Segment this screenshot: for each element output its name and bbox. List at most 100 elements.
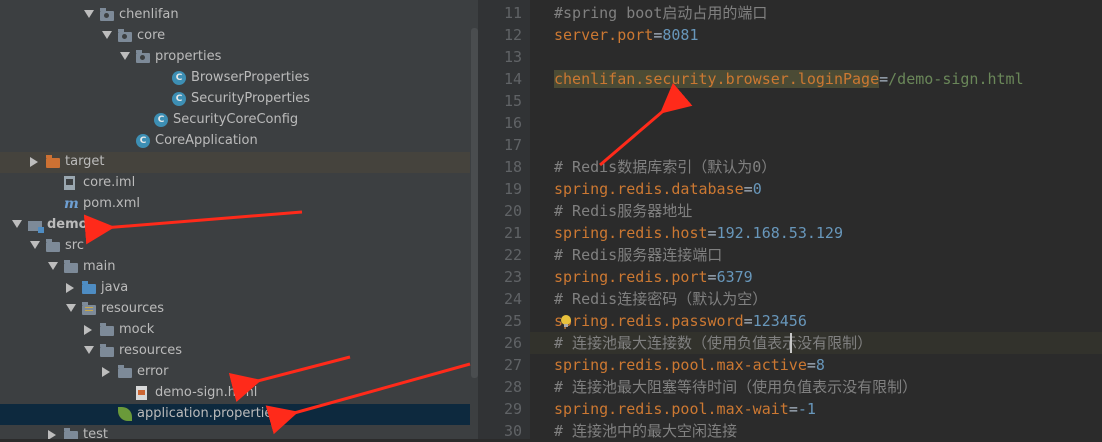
- line-number: 16: [503, 114, 522, 132]
- collapse-arrow-right-icon[interactable]: [48, 430, 56, 439]
- expand-arrow-down-icon[interactable]: [102, 31, 112, 39]
- tree-item-label: core: [137, 28, 166, 43]
- line-number: 13: [503, 48, 522, 66]
- tree-item[interactable]: resources: [0, 341, 470, 362]
- excluded-folder-icon: [46, 155, 60, 168]
- tree-item-label: resources: [101, 301, 165, 316]
- package-icon: [136, 50, 150, 63]
- tree-item[interactable]: properties: [0, 47, 470, 68]
- html-file-icon: [136, 386, 147, 400]
- tree-item-label: main: [83, 259, 116, 274]
- code-line[interactable]: # 连接池最大连接数（使用负值表示没有限制）: [554, 332, 872, 354]
- tree-item-label: demo: [47, 217, 88, 232]
- expand-arrow-down-icon[interactable]: [84, 10, 94, 18]
- line-number: 27: [503, 356, 522, 374]
- line-number: 14: [503, 70, 522, 88]
- tree-item[interactable]: core: [0, 26, 470, 47]
- code-line[interactable]: spring.redis.port=6379: [554, 266, 753, 288]
- comment: # 连接池中的最大空闲连接: [554, 422, 738, 440]
- tree-item-label: SecurityCoreConfig: [173, 112, 299, 127]
- tree-item-label: SecurityProperties: [191, 91, 311, 106]
- spring-boot-class-icon: C: [136, 134, 150, 148]
- equals-sign: =: [707, 268, 717, 286]
- code-editor[interactable]: #spring boot启动占用的端口 server.port=8081 chenl…: [530, 0, 1102, 440]
- numeric-value: 6379: [716, 268, 753, 286]
- line-number: 22: [503, 246, 522, 264]
- package-icon: [118, 29, 132, 42]
- source-folder-icon: [82, 281, 96, 294]
- code-line[interactable]: # Redis服务器连接端口: [554, 244, 722, 266]
- tree-scrollbar[interactable]: [471, 28, 478, 378]
- tree-item[interactable]: error: [0, 362, 470, 383]
- collapse-arrow-right-icon[interactable]: [102, 367, 110, 377]
- expand-arrow-down-icon[interactable]: [84, 346, 94, 354]
- property-key: spring.redis.pool.max-wait: [554, 400, 789, 418]
- tree-item[interactable]: demo: [0, 215, 470, 236]
- equals-sign: =: [743, 180, 753, 198]
- code-line[interactable]: # 连接池最大阻塞等待时间（使用负值表示没有限制）: [554, 376, 917, 398]
- tree-item[interactable]: demo-sign.html: [0, 383, 470, 404]
- tree-item-label: chenlifan: [119, 7, 179, 22]
- comment: # Redis连接密码（默认为空）: [554, 290, 768, 308]
- code-line[interactable]: # Redis服务器地址: [554, 200, 692, 222]
- comment: #spring boot启动占用的端口: [554, 4, 768, 22]
- tree-item[interactable]: src: [0, 236, 470, 257]
- code-line[interactable]: # Redis连接密码（默认为空）: [554, 288, 767, 310]
- tree-item[interactable]: m pom.xml: [0, 194, 470, 215]
- maven-icon: m: [64, 196, 79, 212]
- code-line[interactable]: spring.redis.host=192.168.53.129: [554, 222, 843, 244]
- tree-item[interactable]: chenlifan: [0, 5, 470, 26]
- expand-arrow-down-icon[interactable]: [48, 262, 58, 270]
- comment: # Redis服务器地址: [554, 202, 693, 220]
- tree-item-label: java: [101, 280, 129, 295]
- folder-icon: [100, 323, 114, 336]
- line-number: 19: [503, 180, 522, 198]
- expand-arrow-down-icon[interactable]: [120, 52, 130, 60]
- code-line[interactable]: spring.redis.password=123456: [554, 310, 807, 332]
- code-line[interactable]: # Redis数据库索引（默认为0）: [554, 156, 776, 178]
- code-line[interactable]: #spring boot启动占用的端口: [554, 2, 767, 24]
- expand-arrow-down-icon[interactable]: [30, 241, 40, 249]
- code-line[interactable]: spring.redis.pool.max-wait=-1: [554, 398, 816, 420]
- numeric-value: 192.168.53.129: [716, 224, 843, 242]
- code-line[interactable]: spring.redis.pool.max-active=8: [554, 354, 825, 376]
- code-line[interactable]: spring.redis.database=0: [554, 178, 762, 200]
- tree-item[interactable]: main: [0, 257, 470, 278]
- numeric-value: -1: [797, 400, 816, 418]
- spring-properties-icon: [118, 407, 132, 421]
- code-line[interactable]: chenlifan.security.browser.loginPage=/de…: [554, 68, 1024, 90]
- tree-item[interactable]: application.properties: [0, 404, 470, 425]
- tree-item[interactable]: target: [0, 152, 470, 173]
- collapse-arrow-right-icon[interactable]: [84, 325, 92, 335]
- line-number: 26: [503, 334, 522, 352]
- tree-item[interactable]: C SecurityCoreConfig: [0, 110, 470, 131]
- folder-icon: [64, 428, 78, 439]
- line-number: 24: [503, 290, 522, 308]
- equals-sign: =: [879, 70, 889, 88]
- tree-item[interactable]: mock: [0, 320, 470, 341]
- collapse-arrow-right-icon[interactable]: [66, 283, 74, 293]
- tree-item[interactable]: C SecurityProperties: [0, 89, 470, 110]
- code-line[interactable]: server.port=8081: [554, 24, 699, 46]
- line-number: 11: [503, 4, 522, 22]
- tree-item-label: properties: [155, 49, 222, 64]
- tree-item[interactable]: C BrowserProperties: [0, 68, 470, 89]
- line-number: 29: [503, 400, 522, 418]
- lightbulb-icon[interactable]: [561, 315, 571, 327]
- equals-sign: =: [707, 224, 717, 242]
- property-key: spring.redis.password: [554, 312, 744, 330]
- tree-item[interactable]: core.iml: [0, 173, 470, 194]
- expand-arrow-down-icon[interactable]: [12, 220, 22, 228]
- collapse-arrow-right-icon[interactable]: [30, 157, 38, 167]
- property-key: spring.redis.port: [554, 268, 708, 286]
- tree-item[interactable]: resources: [0, 299, 470, 320]
- tree-item[interactable]: C CoreApplication: [0, 131, 470, 152]
- folder-icon: [100, 344, 114, 357]
- tree-item-label: target: [65, 154, 105, 169]
- property-key: spring.redis.host: [554, 224, 708, 242]
- equals-sign: =: [743, 312, 753, 330]
- line-number: 21: [503, 224, 522, 242]
- tree-item[interactable]: java: [0, 278, 470, 299]
- tree-item[interactable]: test: [0, 425, 470, 439]
- expand-arrow-down-icon[interactable]: [66, 304, 76, 312]
